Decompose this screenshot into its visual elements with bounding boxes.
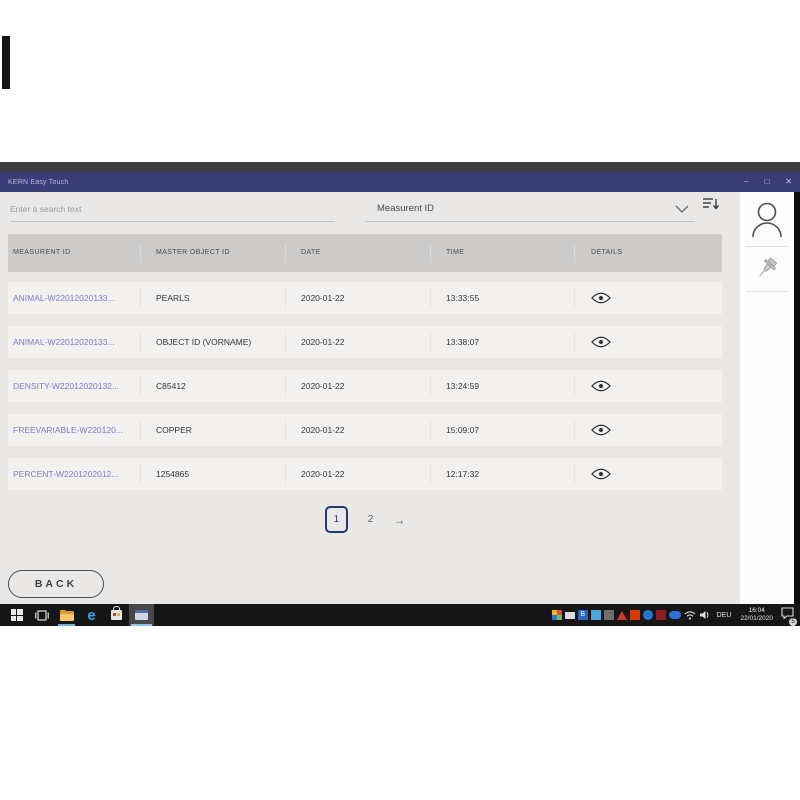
language-indicator[interactable]: DEU bbox=[714, 612, 735, 619]
column-header-date: DATE bbox=[285, 244, 430, 262]
right-edge-strip bbox=[794, 192, 800, 604]
pushpin-icon bbox=[754, 255, 780, 283]
tray-icon[interactable] bbox=[552, 610, 562, 620]
eye-icon[interactable] bbox=[591, 292, 611, 304]
eye-icon[interactable] bbox=[591, 424, 611, 436]
window-top-border bbox=[0, 162, 800, 172]
app-window-icon bbox=[135, 610, 148, 620]
file-explorer-button[interactable] bbox=[54, 604, 79, 626]
tray-icon[interactable]: B bbox=[578, 610, 588, 620]
master-object-id-cell: C85412 bbox=[156, 381, 186, 391]
taskbar-apps: e bbox=[0, 604, 154, 626]
measurement-id-link[interactable]: ANIMAL-W22012020133... bbox=[13, 293, 115, 303]
table-row: PERCENT-W2201202012... 1254865 2020-01-2… bbox=[8, 458, 722, 490]
eye-icon[interactable] bbox=[591, 336, 611, 348]
measurement-id-link[interactable]: FREEVARIABLE-W220120... bbox=[13, 425, 123, 435]
tray-icon[interactable] bbox=[643, 610, 653, 620]
table-row: ANIMAL-W22012020133... PEARLS 2020-01-22… bbox=[8, 282, 722, 314]
window-controls: – □ ✕ bbox=[744, 178, 792, 186]
measurement-id-link[interactable]: PERCENT-W2201202012... bbox=[13, 469, 118, 479]
store-button[interactable] bbox=[104, 604, 129, 626]
pagination: 1 2 → bbox=[0, 506, 730, 533]
taskbar-clock[interactable]: 16:04 22/01/2020 bbox=[737, 607, 776, 623]
eye-icon[interactable] bbox=[591, 380, 611, 392]
edge-icon: e bbox=[87, 608, 95, 623]
measurement-id-link[interactable]: DENSITY-W22012020132... bbox=[13, 381, 119, 391]
time-cell: 13:24:59 bbox=[446, 381, 479, 391]
sidebar-divider bbox=[746, 291, 788, 292]
user-profile-button[interactable] bbox=[740, 192, 794, 238]
dropdown-selected-value: Measurent ID bbox=[365, 203, 434, 214]
task-view-button[interactable] bbox=[29, 604, 54, 626]
action-center-button[interactable]: 5 bbox=[781, 606, 794, 624]
close-button[interactable]: ✕ bbox=[785, 178, 792, 186]
title-bar: KERN Easy Touch – □ ✕ bbox=[0, 172, 800, 192]
next-page-arrow[interactable]: → bbox=[393, 513, 405, 527]
chevron-down-icon bbox=[675, 205, 689, 213]
store-bag-icon bbox=[111, 610, 122, 620]
date-cell: 2020-01-22 bbox=[301, 425, 344, 435]
table-row: FREEVARIABLE-W220120... COPPER 2020-01-2… bbox=[8, 414, 722, 446]
edge-browser-button[interactable]: e bbox=[79, 604, 104, 626]
sort-order-icon[interactable] bbox=[702, 196, 720, 212]
tray-icon[interactable] bbox=[656, 610, 666, 620]
page-1-button[interactable]: 1 bbox=[325, 506, 348, 533]
start-button[interactable] bbox=[4, 604, 29, 626]
table-header: MEASURENT ID MASTER OBJECT ID DATE TIME … bbox=[8, 234, 722, 272]
measurement-id-link[interactable]: ANIMAL-W22012020133... bbox=[13, 337, 115, 347]
volume-icon[interactable] bbox=[699, 610, 711, 620]
tray-icon[interactable] bbox=[617, 611, 627, 620]
date-cell: 2020-01-22 bbox=[301, 469, 344, 479]
date-cell: 2020-01-22 bbox=[301, 293, 344, 303]
search-input[interactable] bbox=[10, 196, 335, 222]
eye-icon[interactable] bbox=[591, 468, 611, 480]
task-view-icon bbox=[35, 610, 49, 621]
clock-time: 16:04 bbox=[740, 607, 773, 615]
app-content: Measurent ID MEASURENT ID MASTER OBJECT … bbox=[0, 192, 800, 604]
window-title: KERN Easy Touch bbox=[8, 179, 68, 186]
main-panel: Measurent ID MEASURENT ID MASTER OBJECT … bbox=[0, 192, 738, 604]
column-header-measurent-id: MEASURENT ID bbox=[8, 244, 140, 262]
column-header-time: TIME bbox=[430, 244, 574, 262]
back-button[interactable]: BACK bbox=[8, 570, 104, 598]
table-row: ANIMAL-W22012020133... OBJECT ID (VORNAM… bbox=[8, 326, 722, 358]
right-sidebar bbox=[740, 192, 794, 604]
left-edge-artifact bbox=[2, 36, 10, 89]
folder-icon bbox=[60, 610, 74, 621]
date-cell: 2020-01-22 bbox=[301, 337, 344, 347]
table-row: DENSITY-W22012020132... C85412 2020-01-2… bbox=[8, 370, 722, 402]
column-header-details: DETAILS bbox=[574, 244, 722, 262]
master-object-id-cell: OBJECT ID (VORNAME) bbox=[156, 337, 251, 347]
screenshot-canvas: KERN Easy Touch – □ ✕ Measurent ID bbox=[0, 0, 800, 800]
master-object-id-cell: 1254865 bbox=[156, 469, 189, 479]
date-cell: 2020-01-22 bbox=[301, 381, 344, 391]
desktop-screenshot: KERN Easy Touch – □ ✕ Measurent ID bbox=[0, 162, 800, 626]
system-tray: B DEU 16:04 bbox=[552, 604, 796, 626]
taskbar: e B bbox=[0, 604, 800, 626]
time-cell: 15:09:07 bbox=[446, 425, 479, 435]
network-icon[interactable] bbox=[684, 610, 696, 620]
active-app-button[interactable] bbox=[129, 604, 154, 626]
master-object-id-cell: COPPER bbox=[156, 425, 192, 435]
column-header-master-object-id: MASTER OBJECT ID bbox=[140, 244, 285, 262]
windows-logo-icon bbox=[11, 609, 23, 621]
master-object-id-cell: PEARLS bbox=[156, 293, 190, 303]
tray-icon[interactable] bbox=[630, 610, 640, 620]
time-cell: 13:33:55 bbox=[446, 293, 479, 303]
tray-icon[interactable] bbox=[604, 610, 614, 620]
minimize-button[interactable]: – bbox=[744, 178, 748, 186]
notification-badge: 5 bbox=[789, 618, 797, 626]
time-cell: 12:17:32 bbox=[446, 469, 479, 479]
sort-field-dropdown[interactable]: Measurent ID bbox=[365, 196, 695, 222]
page-2-button[interactable]: 2 bbox=[368, 514, 374, 525]
tray-icon[interactable] bbox=[669, 611, 681, 619]
user-icon bbox=[751, 202, 783, 238]
maximize-button[interactable]: □ bbox=[764, 178, 769, 186]
time-cell: 13:38:07 bbox=[446, 337, 479, 347]
clock-date: 22/01/2020 bbox=[740, 615, 773, 623]
tray-icon[interactable] bbox=[591, 610, 601, 620]
pin-button[interactable] bbox=[740, 247, 794, 283]
tray-icon[interactable] bbox=[565, 612, 575, 619]
